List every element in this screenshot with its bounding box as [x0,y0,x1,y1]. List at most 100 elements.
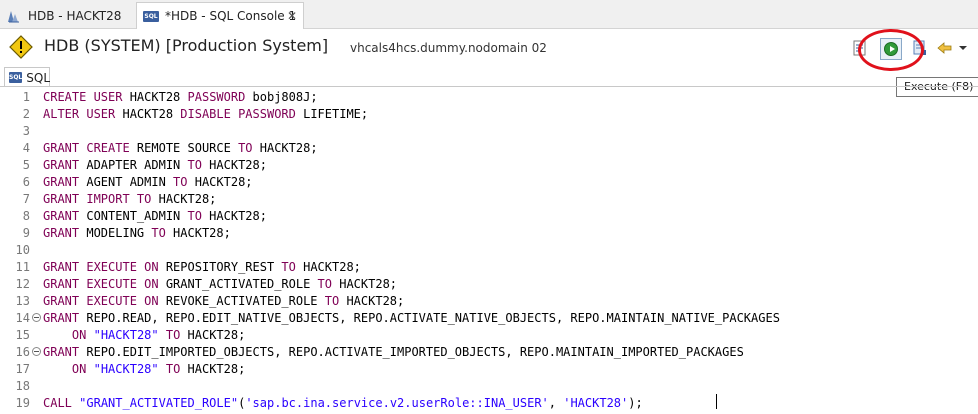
sql-text: HACKT28; [332,277,398,291]
text-cursor [716,394,717,409]
sql-text: LIFETIME; [295,107,369,121]
chevron-down-icon[interactable] [958,40,968,56]
tab-label: HDB - HACKT28 [28,8,122,23]
line-number: 8 [22,209,30,223]
sql-text: REPO.EDIT_IMPORTED_OBJECTS, REPO.ACTIVAT… [79,345,744,359]
code-line[interactable]: 6 GRANT AGENT ADMIN TO HACKT28; [0,174,978,191]
sql-text: AGENT ADMIN [79,175,174,189]
sql-keyword: GRANT CREATE [43,141,130,155]
connection-host: vhcals4hcs.dummy.nodomain 02 [350,41,547,55]
code-text: GRANT EXECUTE ON REPOSITORY_REST TO HACK… [43,259,361,276]
code-text: GRANT EXECUTE ON REVOKE_ACTIVATED_ROLE T… [43,293,404,310]
sql-keyword: GRANT [43,158,80,172]
sql-console-icon: SQL [143,10,159,22]
code-line[interactable]: 18 [0,378,978,395]
code-line[interactable]: 3 [0,123,978,140]
code-line[interactable]: 2 ALTER USER HACKT28 DISABLE PASSWORD LIF… [0,106,978,123]
code-line[interactable]: 12 GRANT EXECUTE ON GRANT_ACTIVATED_ROLE … [0,276,978,293]
code-line[interactable]: 13 GRANT EXECUTE ON REVOKE_ACTIVATED_ROLE… [0,293,978,310]
sql-keyword: TO [165,362,181,376]
console-header: HDB (SYSTEM) [Production System] vhcals4… [0,29,978,65]
execute-icon [884,42,898,56]
code-line[interactable]: 4 GRANT CREATE REMOTE SOURCE TO HACKT28; [0,140,978,157]
tab-sql-console-1[interactable]: SQL *HDB - SQL Console 1 ✕ [136,2,304,29]
sql-keyword: TO [238,141,253,155]
line-number: 14 [15,311,30,325]
line-number: 18 [15,379,30,393]
code-line[interactable]: 17 ON "HACKT28" TO HACKT28; [0,361,978,378]
sql-keyword: PASSWORD [187,90,246,104]
sql-keyword: TO [324,294,340,308]
sql-text: HACKT28; [252,141,318,155]
sql-text: GRANT_ACTIVATED_ROLE [158,277,318,291]
sql-text: HACKT28; [165,226,231,240]
line-number: 16 [15,345,30,359]
line-number: 3 [22,124,30,138]
fold-toggle-icon[interactable] [32,313,41,322]
sql-keyword: TO [151,226,166,240]
sql-keyword: TO [165,328,181,342]
tab-label: SQL [26,70,50,85]
sql-text: HACKT28 [122,90,188,104]
code-text: GRANT REPO.EDIT_IMPORTED_OBJECTS, REPO.A… [43,344,744,361]
sql-keyword: CREATE USER [43,90,123,104]
code-line[interactable]: 14 GRANT REPO.READ, REPO.EDIT_NATIVE_OBJE… [0,310,978,327]
sql-text: REPO.READ, REPO.EDIT_NATIVE_OBJECTS, REP… [79,311,780,325]
code-line[interactable]: 19 CALL "GRANT_ACTIVATED_ROLE"('sap.bc.in… [0,395,978,412]
tab-label: *HDB - SQL Console 1 [165,9,297,23]
line-number: 15 [15,328,30,342]
line-number: 2 [22,107,30,121]
sql-keyword: ON [71,328,87,342]
sql-text: HACKT28; [180,362,246,376]
tab-sql[interactable]: SQL SQL [4,67,50,87]
code-line[interactable]: 9 GRANT MODELING TO HACKT28; [0,225,978,242]
code-text: CREATE USER HACKT28 PASSWORD bobj808J; [43,89,318,106]
connection-title: HDB (SYSTEM) [Production System] [44,36,329,55]
explain-plan-icon[interactable] [912,40,928,56]
code-line[interactable]: 11 GRANT EXECUTE ON REPOSITORY_REST TO HA… [0,259,978,276]
sql-text: HACKT28; [295,260,361,274]
sql-keyword: TO [173,175,188,189]
sql-text: ADAPTER ADMIN [79,158,188,172]
sql-keyword: GRANT EXECUTE ON [43,277,159,291]
tab-hdb-hackt28[interactable]: HDB - HACKT28 [0,2,126,29]
sql-string: 'HACKT28' [563,396,629,410]
sql-text: HACKT28; [201,158,267,172]
line-number: 9 [22,226,30,240]
sql-string: "HACKT28" [93,328,159,342]
hdb-system-icon [6,9,22,23]
code-line[interactable]: 15 ON "HACKT28" TO HACKT28; [0,327,978,344]
code-line[interactable]: 7 GRANT IMPORT TO HACKT28; [0,191,978,208]
code-text: ON "HACKT28" TO HACKT28; [43,327,245,344]
fold-toggle-icon[interactable] [32,347,41,356]
code-text: GRANT EXECUTE ON GRANT_ACTIVATED_ROLE TO… [43,276,397,293]
sql-keyword: ALTER USER [43,107,116,121]
code-line[interactable]: 10 [0,242,978,259]
sql-string: "HACKT28" [93,362,159,376]
sql-text: REPOSITORY_REST [158,260,282,274]
sql-text: HACKT28; [187,175,253,189]
sql-keyword: CALL [43,396,72,410]
execute-button[interactable] [880,38,902,60]
back-arrow-icon[interactable] [936,40,952,56]
code-text: GRANT CONTENT_ADMIN TO HACKT28; [43,208,267,225]
sql-icon: SQL [9,72,23,83]
sql-editor-icon[interactable] [852,40,868,56]
code-line[interactable]: 5 GRANT ADAPTER ADMIN TO HACKT28; [0,157,978,174]
warning-icon [9,35,33,59]
sql-editor[interactable]: 1 CREATE USER HACKT28 PASSWORD bobj808J; 2… [0,87,978,414]
sql-text: HACKT28; [180,328,246,342]
close-icon[interactable]: ✕ [287,9,297,23]
code-line[interactable]: 8 GRANT CONTENT_ADMIN TO HACKT28; [0,208,978,225]
code-line[interactable]: 16 GRANT REPO.EDIT_IMPORTED_OBJECTS, REPO… [0,344,978,361]
sql-text: ); [628,396,643,410]
sql-text: REVOKE_ACTIVATED_ROLE [158,294,325,308]
sql-keyword: TO [187,158,202,172]
sql-string: 'sap.bc.ina.service.v2.userRole::INA_USE… [245,396,549,410]
line-number: 6 [22,175,30,189]
code-line[interactable]: 1 CREATE USER HACKT28 PASSWORD bobj808J; [0,89,978,106]
sql-keyword: GRANT [43,209,80,223]
